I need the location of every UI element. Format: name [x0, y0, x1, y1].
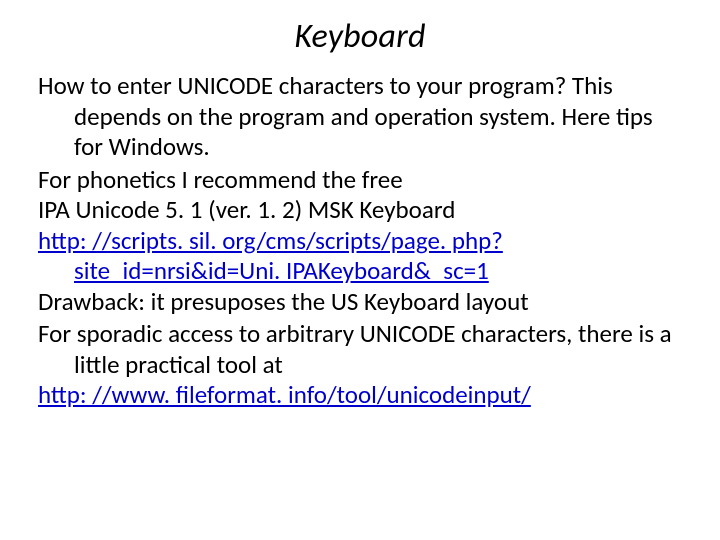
paragraph-sporadic: For sporadic access to arbitrary UNICODE…	[38, 319, 682, 411]
text-keyboard-name: IPA Unicode 5. 1 (ver. 1. 2) MSK Keyboar…	[74, 195, 682, 226]
link-fileformat-tool[interactable]: http: //www. fileformat. info/tool/unico…	[74, 380, 682, 411]
slide-title: Keyboard	[38, 16, 682, 57]
slide: Keyboard How to enter UNICODE characters…	[0, 0, 720, 540]
text-drawback: Drawback: it presuposes the US Keyboard …	[74, 287, 682, 318]
slide-body: How to enter UNICODE characters to your …	[38, 71, 682, 411]
paragraph-phonetics: For phonetics I recommend the free IPA U…	[38, 165, 682, 318]
paragraph-intro: How to enter UNICODE characters to your …	[38, 71, 682, 163]
text-intro: How to enter UNICODE characters to your …	[38, 70, 653, 162]
text-sporadic: For sporadic access to arbitrary UNICODE…	[38, 318, 672, 380]
link-sil-ipa-keyboard[interactable]: http: //scripts. sil. org/cms/scripts/pa…	[74, 226, 682, 287]
text-phonetics-lead: For phonetics I recommend the free	[38, 164, 403, 195]
